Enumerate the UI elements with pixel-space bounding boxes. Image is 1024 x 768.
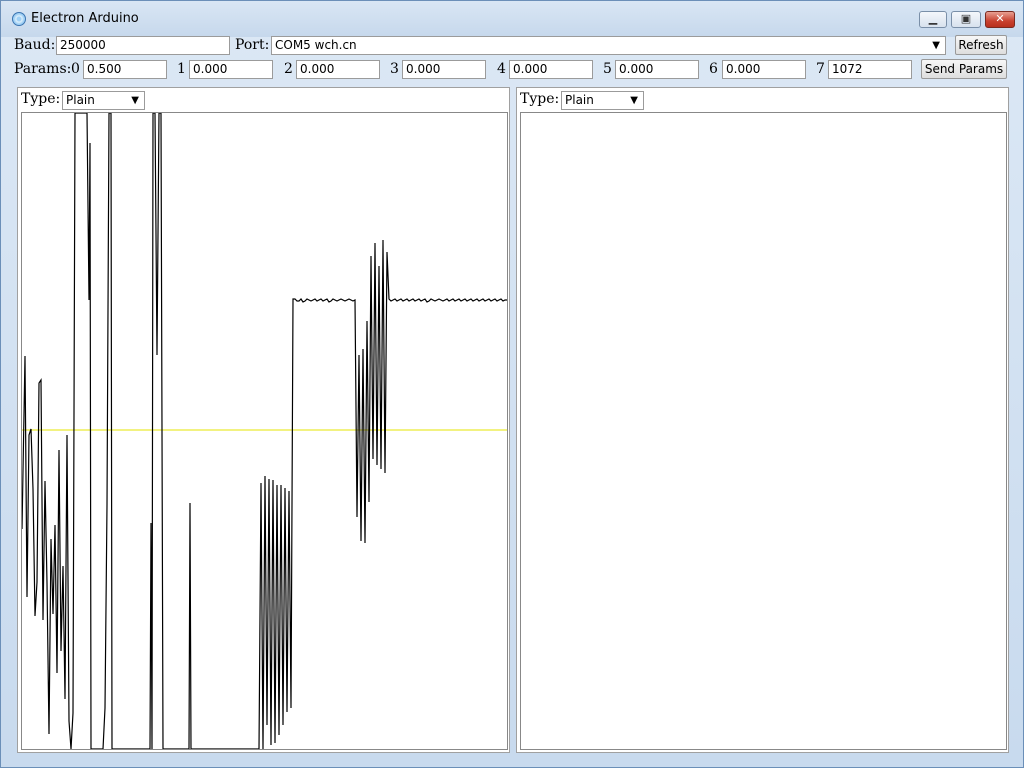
baud-input[interactable]: 250000 [56, 36, 230, 55]
baud-label: Baud: [14, 37, 56, 53]
param-index-0: 0 [71, 61, 80, 77]
params-label: Params: [14, 61, 72, 77]
chevron-down-icon: ▼ [630, 95, 638, 106]
right-type-value: Plain [565, 93, 594, 107]
port-select-value: COM5 wch.cn [275, 38, 357, 52]
send-params-button[interactable]: Send Params [921, 59, 1007, 79]
right-type-label: Type: [520, 91, 560, 107]
param-index-1: 1 [177, 61, 186, 77]
param-input-4[interactable]: 0.000 [509, 60, 593, 79]
atom-icon [12, 12, 26, 26]
param-input-2[interactable]: 0.000 [296, 60, 380, 79]
chevron-down-icon: ▼ [131, 95, 139, 106]
param-index-6: 6 [709, 61, 718, 77]
param-index-4: 4 [497, 61, 506, 77]
param-input-0[interactable]: 0.500 [83, 60, 167, 79]
param-input-5[interactable]: 0.000 [615, 60, 699, 79]
param-index-7: 7 [816, 61, 825, 77]
param-input-6[interactable]: 0.000 [722, 60, 806, 79]
left-plot-area [21, 112, 508, 750]
title-bar[interactable]: Electron Arduino ▁ ▣ ✕ [1, 1, 1023, 37]
app-window: Electron Arduino ▁ ▣ ✕ Baud: 250000 Port… [0, 0, 1024, 768]
window-title: Electron Arduino [31, 11, 139, 26]
left-type-label: Type: [21, 91, 61, 107]
param-input-1[interactable]: 0.000 [189, 60, 273, 79]
signal-plot [22, 113, 507, 749]
left-type-value: Plain [66, 93, 95, 107]
close-icon: ✕ [995, 12, 1005, 25]
minimize-button[interactable]: ▁ [919, 11, 947, 28]
right-plot-area [520, 112, 1007, 750]
left-type-select[interactable]: Plain ▼ [62, 91, 145, 110]
minimize-icon: ▁ [928, 12, 938, 25]
chevron-down-icon: ▼ [932, 40, 940, 51]
restore-icon: ▣ [960, 12, 972, 25]
close-button[interactable]: ✕ [985, 11, 1015, 28]
param-index-5: 5 [603, 61, 612, 77]
signal-trace [22, 113, 507, 749]
right-plot-panel: Type: Plain ▼ [516, 87, 1009, 753]
param-index-2: 2 [284, 61, 293, 77]
port-select[interactable]: COM5 wch.cn ▼ [271, 36, 946, 55]
maximize-button[interactable]: ▣ [951, 11, 981, 28]
refresh-button[interactable]: Refresh [955, 35, 1007, 55]
param-input-3[interactable]: 0.000 [402, 60, 486, 79]
param-index-3: 3 [390, 61, 399, 77]
left-plot-panel: Type: Plain ▼ [17, 87, 510, 753]
param-input-7[interactable]: 1072 [828, 60, 912, 79]
right-type-select[interactable]: Plain ▼ [561, 91, 644, 110]
port-label: Port: [235, 37, 270, 53]
